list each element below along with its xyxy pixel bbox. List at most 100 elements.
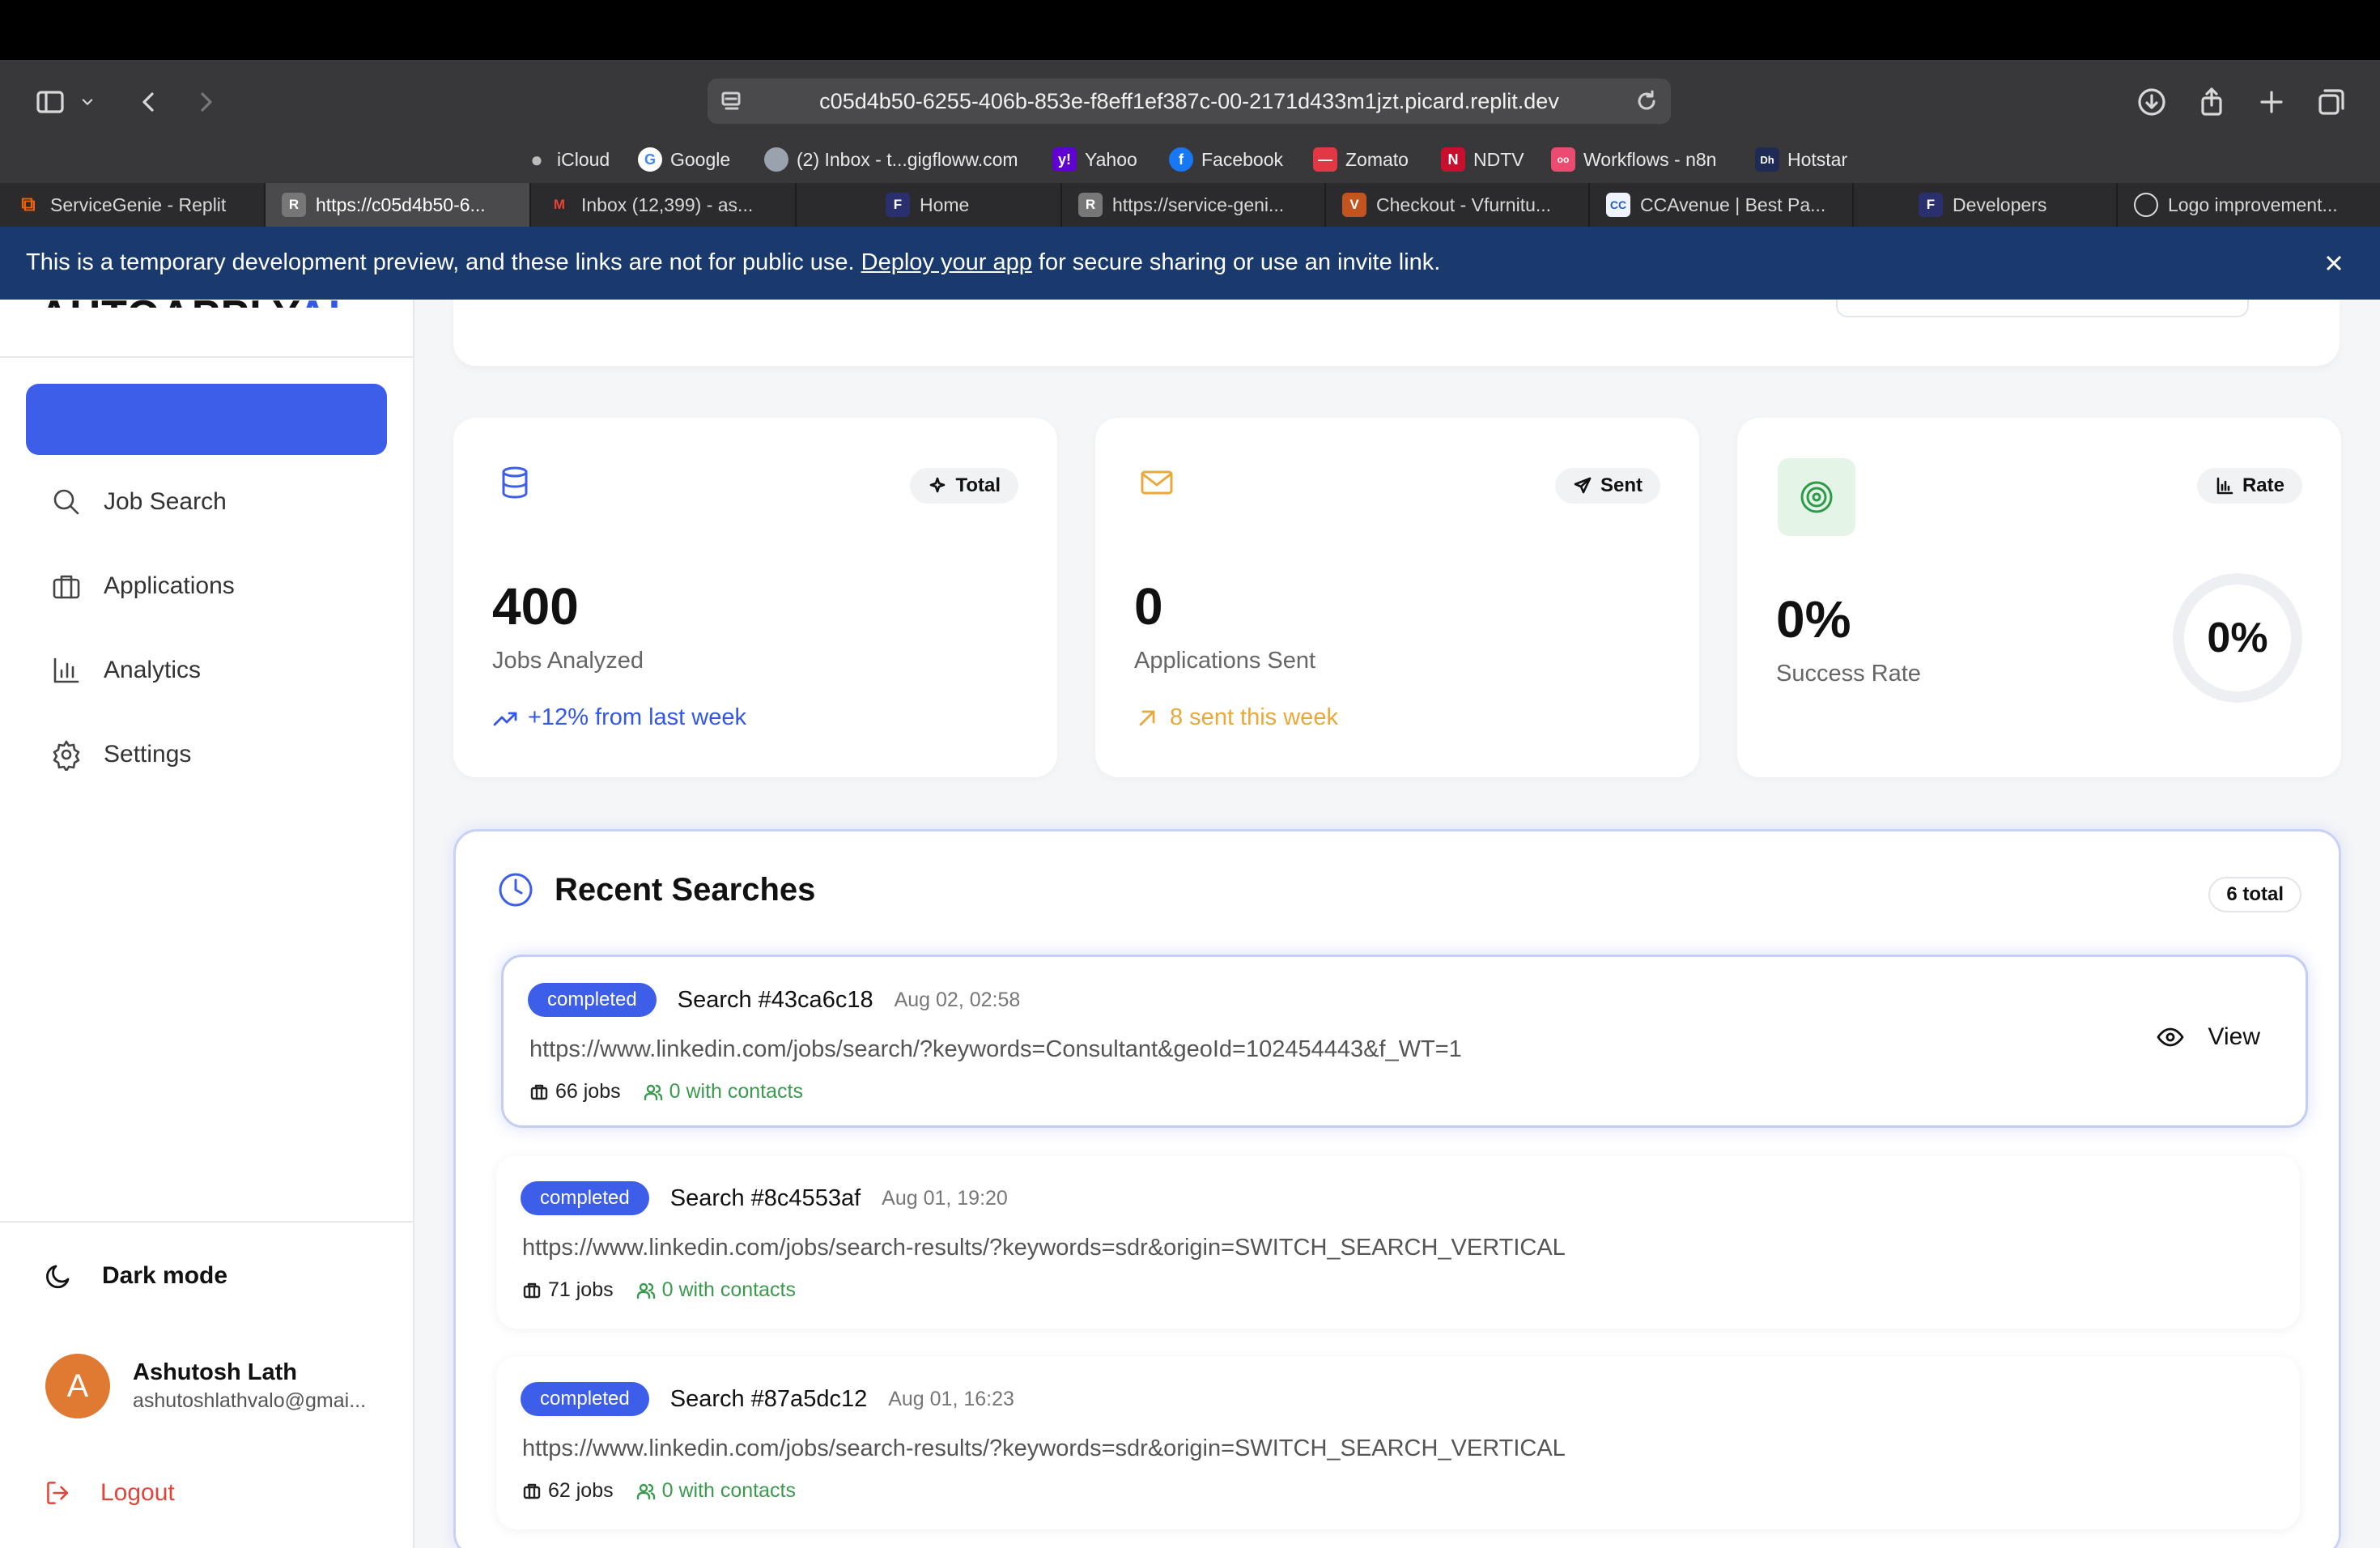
search-url: https://www.linkedin.com/jobs/search/?ke… — [529, 1036, 1462, 1062]
inbox-icon — [764, 147, 788, 172]
sidebar-toggle-icon[interactable] — [28, 79, 73, 125]
tab-current[interactable]: R https://c05d4b50-6... — [266, 183, 531, 227]
stat-card-jobs: Total 400 Jobs Analyzed +12% from last w… — [453, 418, 1057, 777]
deploy-link[interactable]: Deploy your app — [861, 249, 1032, 275]
hotstar-icon: Dh — [1755, 147, 1779, 172]
tab-gmail[interactable]: M Inbox (12,399) - as... — [531, 183, 797, 227]
stat-label: Success Rate — [1776, 661, 1921, 687]
moon-icon — [46, 1265, 70, 1289]
sidebar-item-applications[interactable]: Applications — [50, 570, 235, 602]
bookmark-facebook[interactable]: f Facebook — [1169, 147, 1283, 172]
logout-icon — [47, 1482, 69, 1504]
back-icon[interactable] — [126, 79, 172, 125]
sidebar-item-settings[interactable]: Settings — [50, 738, 191, 771]
recent-searches-panel: Recent Searches 6 total completed Search… — [453, 829, 2341, 1548]
stat-value: 400 — [492, 577, 579, 636]
n8n-icon: oo — [1551, 147, 1575, 172]
banner-text: This is a temporary development preview,… — [26, 249, 1441, 275]
dev-preview-banner: This is a temporary development preview,… — [0, 227, 2380, 300]
search-date: Aug 01, 19:20 — [882, 1186, 1008, 1210]
search-url: https://www.linkedin.com/jobs/search-res… — [522, 1235, 1566, 1261]
trending-up-icon — [493, 712, 517, 725]
search-icon — [53, 489, 79, 515]
tab-service-genie[interactable]: R https://service-geni... — [1062, 183, 1326, 227]
recent-searches-title: Recent Searches — [496, 870, 815, 909]
status-badge: completed — [528, 983, 657, 1017]
address-bar[interactable]: c05d4b50-6255-406b-853e-f8eff1ef387c-00-… — [708, 79, 1671, 124]
tab-developers[interactable]: F Developers — [1854, 183, 2118, 227]
gear-icon — [53, 740, 80, 771]
bookmark-hotstar[interactable]: Dh Hotstar — [1755, 147, 1847, 172]
bar-chart-icon — [53, 657, 79, 683]
bookmark-inbox[interactable]: (2) Inbox - t...gigfloww.com — [764, 147, 1018, 172]
bar-chart-icon — [2216, 477, 2233, 495]
header-card-button[interactable] — [1836, 300, 2249, 317]
tab-logo[interactable]: Logo improvement... — [2118, 183, 2380, 227]
bookmarks-bar: ● iCloud G Google (2) Inbox - t...gigflo… — [0, 142, 2380, 314]
logout-button[interactable]: Logout — [44, 1478, 175, 1508]
mail-icon — [1134, 460, 1179, 505]
user-email: ashutoshlathvalo@gmai... — [133, 1389, 367, 1412]
tab-ccavenue[interactable]: CC CCAvenue | Best Pa... — [1590, 183, 1854, 227]
tab-checkout[interactable]: V Checkout - Vfurnitu... — [1326, 183, 1590, 227]
sidebar-item-analytics[interactable]: Analytics — [50, 654, 201, 687]
jobs-count: 71 jobs — [522, 1278, 614, 1302]
sidebar: AUTOAPPLYAI Job Search Applications Anal… — [0, 292, 414, 1548]
reload-icon[interactable] — [1634, 88, 1660, 114]
menu-bar — [0, 0, 2380, 60]
new-search-button[interactable] — [26, 384, 387, 455]
users-icon — [636, 1483, 655, 1499]
search-date: Aug 01, 16:23 — [888, 1387, 1014, 1410]
gmail-icon: M — [553, 197, 566, 212]
users-icon — [636, 1282, 655, 1299]
bookmark-zomato[interactable]: — Zomato — [1313, 147, 1409, 172]
new-tab-icon[interactable] — [2249, 79, 2294, 125]
contacts-count: 0 with contacts — [636, 1278, 796, 1302]
stat-card-success-rate: Rate 0% Success Rate 0% — [1737, 418, 2341, 777]
openai-icon — [2134, 193, 2158, 217]
user-profile[interactable]: A Ashutosh Lath ashutoshlathvalo@gmai... — [45, 1354, 366, 1418]
stat-label: Jobs Analyzed — [492, 648, 644, 674]
view-button[interactable]: View — [2157, 1023, 2260, 1051]
forward-icon[interactable] — [183, 79, 228, 125]
tab-home[interactable]: F Home — [797, 183, 1062, 227]
bookmark-n8n[interactable]: oo Workflows - n8n — [1551, 147, 1716, 172]
stat-label: Applications Sent — [1134, 648, 1316, 674]
stat-pill: Rate — [2196, 468, 2302, 504]
stat-trend: 8 sent this week — [1134, 704, 1338, 731]
database-icon — [492, 460, 538, 505]
contacts-count: 0 with contacts — [636, 1479, 796, 1503]
stat-pill: Sent — [1554, 468, 1660, 504]
search-date: Aug 02, 02:58 — [894, 988, 1021, 1011]
total-badge: 6 total — [2208, 877, 2301, 912]
zomato-icon: — — [1313, 147, 1337, 172]
dark-mode-toggle[interactable]: Dark mode — [42, 1260, 227, 1292]
bookmark-ndtv[interactable]: N NDTV — [1441, 147, 1524, 172]
tab-servicegenie[interactable]: ⧉ ServiceGenie - Replit — [0, 183, 266, 227]
contacts-count: 0 with contacts — [644, 1080, 803, 1104]
sidebar-divider — [0, 1221, 413, 1223]
search-url: https://www.linkedin.com/jobs/search-res… — [522, 1435, 1566, 1461]
r-icon: R — [282, 193, 306, 217]
tab-overview-icon[interactable] — [2309, 79, 2354, 125]
bookmark-yahoo[interactable]: y! Yahoo — [1052, 147, 1137, 172]
share-icon[interactable] — [2189, 79, 2234, 125]
sidebar-item-job-search[interactable]: Job Search — [50, 486, 227, 518]
clock-icon — [499, 873, 533, 907]
send-icon — [1574, 477, 1592, 494]
search-title: Search #8c4553af — [669, 1184, 861, 1211]
search-row[interactable]: completed Search #43ca6c18 Aug 02, 02:58… — [501, 955, 2308, 1128]
close-icon[interactable] — [2320, 249, 2348, 277]
briefcase-icon — [523, 1282, 541, 1298]
user-name: Ashutosh Lath — [133, 1359, 297, 1385]
replit-icon: ⧉ — [21, 194, 36, 215]
ndtv-icon: N — [1441, 147, 1465, 172]
chevron-down-icon[interactable] — [71, 79, 104, 125]
jobs-count: 62 jobs — [522, 1479, 614, 1503]
search-row[interactable]: completed Search #8c4553af Aug 01, 19:20… — [496, 1155, 2300, 1329]
bookmark-icloud[interactable]: ● iCloud — [525, 147, 610, 172]
download-icon[interactable] — [2129, 79, 2174, 125]
framer-icon: F — [1919, 193, 1943, 217]
search-row[interactable]: completed Search #87a5dc12 Aug 01, 16:23… — [496, 1356, 2300, 1529]
bookmark-google[interactable]: G Google — [638, 147, 730, 172]
